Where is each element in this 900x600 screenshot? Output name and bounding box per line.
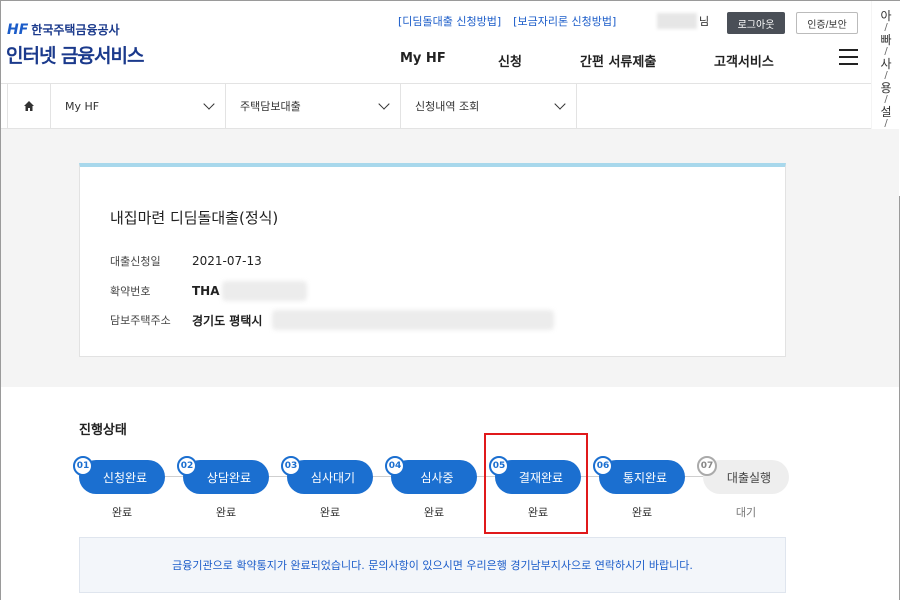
masked-user-name [657,13,697,29]
chevron-down-icon [554,98,566,110]
info-row-commitment-no: 확약번호 THA [110,281,307,301]
row-label: 담보주택주소 [110,314,171,327]
step-07: 07 대출실행 [697,456,789,494]
row-label: 대출신청일 [110,255,161,268]
breadcrumb-label: 신청내역 조회 [415,100,480,113]
info-row-apply-date: 대출신청일 2021-07-13 [110,253,262,269]
cert-security-button[interactable]: 인증/보안 [796,12,858,34]
breadcrumb-my-hf[interactable]: My HF [51,84,226,128]
side-separator: / [884,46,888,57]
side-char: 아 [880,9,892,23]
didimdol-guide-link[interactable]: [디딤돌대출 신청방법] [398,13,501,29]
loan-info-card: 내집마련 디딤돌대출(정식) 대출신청일 2021-07-13 확약번호 THA… [79,163,786,357]
site-title[interactable]: 인터넷 금융서비스 [6,41,144,68]
step-number: 04 [385,456,405,476]
breadcrumb-label: 주택담보대출 [240,100,301,113]
row-value: 경기도 평택시 [192,313,263,328]
side-separator: / [884,22,888,33]
row-label: 확약번호 [110,285,151,298]
nav-apply[interactable]: 신청 [498,51,522,70]
progress-title: 진행상태 [79,423,127,438]
step-label: 신청완료 [102,470,148,485]
nav-customer-service[interactable]: 고객서비스 [714,51,774,70]
side-char: 빠 [880,33,892,47]
step-status: 완료 [215,506,237,519]
breadcrumb-application-history[interactable]: 신청내역 조회 [401,84,577,128]
menu-icon[interactable] [839,49,859,65]
row-value: 2021-07-13 [192,254,262,268]
progress-section: 진행상태 01 신청완료 02 상담완료 03 심사대기 04 심사중 05 결… [1,387,899,600]
chevron-down-icon [378,98,390,110]
logo-org-name: 한국주택금융공사 [31,23,120,37]
step-status: 완료 [319,506,341,519]
highlight-annotation-box [484,433,588,534]
top-links: [디딤돌대출 신청방법] [보금자리론 신청방법] [398,13,616,29]
hf-logo-mark: HF [7,21,29,38]
home-icon[interactable] [7,84,51,128]
breadcrumb: My HF 주택담보대출 신청내역 조회 [1,83,871,129]
notice-message: 금융기관으로 확약통지가 완료되었습니다. 문의사항이 있으시면 우리은행 경기… [79,537,786,593]
step-status: 완료 [631,506,653,519]
user-greeting: 님 [657,13,709,29]
side-separator: / [884,94,888,105]
loan-product-title: 내집마련 디딤돌대출(정식) [110,209,279,227]
step-number: 01 [73,456,93,476]
info-row-address: 담보주택주소 경기도 평택시 [110,310,555,330]
step-number: 02 [177,456,197,476]
user-suffix: 님 [699,15,710,28]
step-number: 07 [697,456,717,476]
bogeumjari-guide-link[interactable]: [보금자리론 신청방법] [513,13,616,29]
step-01: 01 신청완료 [73,456,165,494]
step-number: 06 [593,456,613,476]
step-label: 심사대기 [310,470,356,485]
step-status: 완료 [423,506,445,519]
header: HF 한국주택금융공사 인터넷 금융서비스 [디딤돌대출 신청방법] [보금자리… [1,1,871,83]
row-value: THA [192,284,220,298]
step-03: 03 심사대기 [281,456,373,494]
step-label: 상담완료 [206,470,252,485]
nav-my-hf[interactable]: My HF [400,51,446,66]
step-status: 대기 [735,506,757,519]
step-06: 06 통지완료 [593,456,685,494]
step-label: 통지완료 [622,470,668,485]
chevron-down-icon [203,98,215,110]
nav-doc-submit[interactable]: 간편 서류제출 [580,51,656,70]
side-separator: / [884,118,888,129]
side-separator: / [884,70,888,81]
side-char: 용 [880,81,892,95]
masked-value [221,281,307,301]
step-number: 03 [281,456,301,476]
step-04: 04 심사중 [385,456,477,494]
breadcrumb-label: My HF [65,99,100,113]
masked-value [272,310,555,330]
step-status: 완료 [111,506,133,519]
side-char: 사 [880,57,892,71]
step-02: 02 상담완료 [177,456,269,494]
logout-button[interactable]: 로그아웃 [727,12,785,34]
step-label: 심사중 [420,470,454,485]
breadcrumb-mortgage[interactable]: 주택담보대출 [226,84,401,128]
step-label: 대출실행 [726,470,772,485]
side-char: 설 [880,105,892,119]
logo[interactable]: HF 한국주택금융공사 [7,21,120,38]
